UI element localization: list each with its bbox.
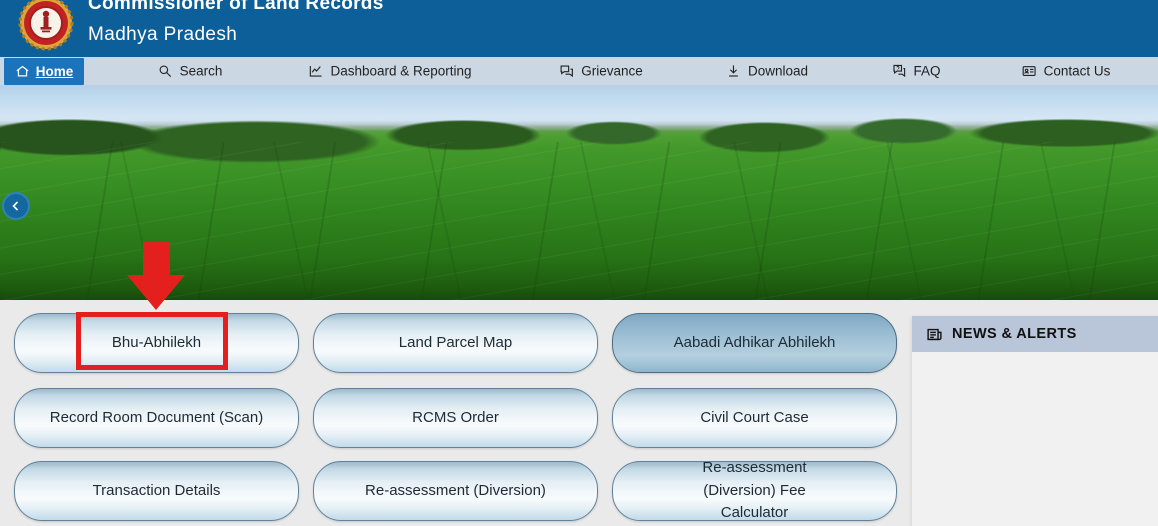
quick-links-grid: Bhu-Abhilekh Land Parcel Map Aabadi Adhi… [0, 300, 912, 526]
nav-item-label: Search [180, 64, 223, 79]
nav-item-label: Download [748, 64, 808, 79]
quick-link-civil-court-case[interactable]: Civil Court Case [612, 388, 897, 448]
quick-link-aabadi-adhikar-abhilekh[interactable]: Aabadi Adhikar Abhilekh [612, 313, 897, 373]
quick-link-re-assessment-diversion-fee-calculator[interactable]: Re-assessment (Diversion) Fee Calculator [612, 461, 897, 521]
search-icon [158, 64, 173, 79]
newspaper-icon [926, 326, 943, 343]
nav-item-faq[interactable]: FAQ [891, 64, 940, 79]
news-alerts-body [912, 352, 1158, 526]
nav-item-dashboard-reporting[interactable]: Dashboard & Reporting [308, 64, 471, 79]
quick-link-label: Re-assessment (Diversion) [365, 480, 546, 503]
quick-link-re-assessment-diversion[interactable]: Re-assessment (Diversion) [313, 461, 598, 521]
quick-link-label: Bhu-Abhilekh [112, 332, 201, 355]
page: Commissioner of Land Records Madhya Prad… [0, 0, 1158, 526]
hero-banner-image [0, 86, 1158, 300]
download-icon [726, 64, 741, 79]
quick-link-record-room-document-scan[interactable]: Record Room Document (Scan) [14, 388, 299, 448]
chevron-left-icon [10, 200, 22, 212]
site-subtitle: Madhya Pradesh [88, 23, 384, 47]
site-titles: Commissioner of Land Records Madhya Prad… [88, 0, 384, 47]
nav-item-search[interactable]: Search [158, 64, 223, 79]
quick-link-label: Aabadi Adhikar Abhilekh [674, 332, 836, 355]
quick-link-rcms-order[interactable]: RCMS Order [313, 388, 598, 448]
nav-item-download[interactable]: Download [726, 64, 808, 79]
news-alerts-title: NEWS & ALERTS [952, 326, 1077, 342]
quick-link-land-parcel-map[interactable]: Land Parcel Map [313, 313, 598, 373]
news-alerts-header: NEWS & ALERTS [912, 316, 1158, 352]
quick-link-label: RCMS Order [412, 407, 499, 430]
quick-link-label: Civil Court Case [700, 407, 808, 430]
quick-link-label: Re-assessment (Diversion) Fee Calculator [673, 457, 836, 525]
mp-emblem-logo [18, 0, 74, 51]
nav-item-grievance[interactable]: Grievance [559, 64, 643, 79]
chart-icon [308, 64, 323, 79]
site-title: Commissioner of Land Records [88, 0, 384, 15]
quick-link-bhu-abhilekh[interactable]: Bhu-Abhilekh [14, 313, 299, 373]
main-nav: Home Search Dashboard & Reporting Grieva… [0, 57, 1158, 86]
contact-card-icon [1022, 64, 1037, 79]
app-header: Commissioner of Land Records Madhya Prad… [0, 0, 1158, 57]
quick-link-label: Transaction Details [93, 480, 221, 503]
quick-link-label: Record Room Document (Scan) [50, 407, 263, 430]
quick-link-transaction-details[interactable]: Transaction Details [14, 461, 299, 521]
nav-item-contact-us[interactable]: Contact Us [1022, 64, 1111, 79]
state-emblem-icon [18, 0, 74, 51]
nav-item-home[interactable]: Home [4, 58, 84, 85]
home-icon [15, 64, 30, 79]
nav-item-label: Grievance [581, 64, 643, 79]
nav-item-label: Dashboard & Reporting [330, 64, 471, 79]
nav-item-label: Contact Us [1044, 64, 1111, 79]
news-alerts-panel: NEWS & ALERTS [912, 316, 1158, 526]
nav-home-label: Home [36, 64, 74, 79]
faq-icon [891, 64, 906, 79]
carousel-prev-button[interactable] [2, 192, 30, 220]
quick-link-label: Land Parcel Map [399, 332, 512, 355]
nav-item-label: FAQ [913, 64, 940, 79]
chat-bubbles-icon [559, 64, 574, 79]
